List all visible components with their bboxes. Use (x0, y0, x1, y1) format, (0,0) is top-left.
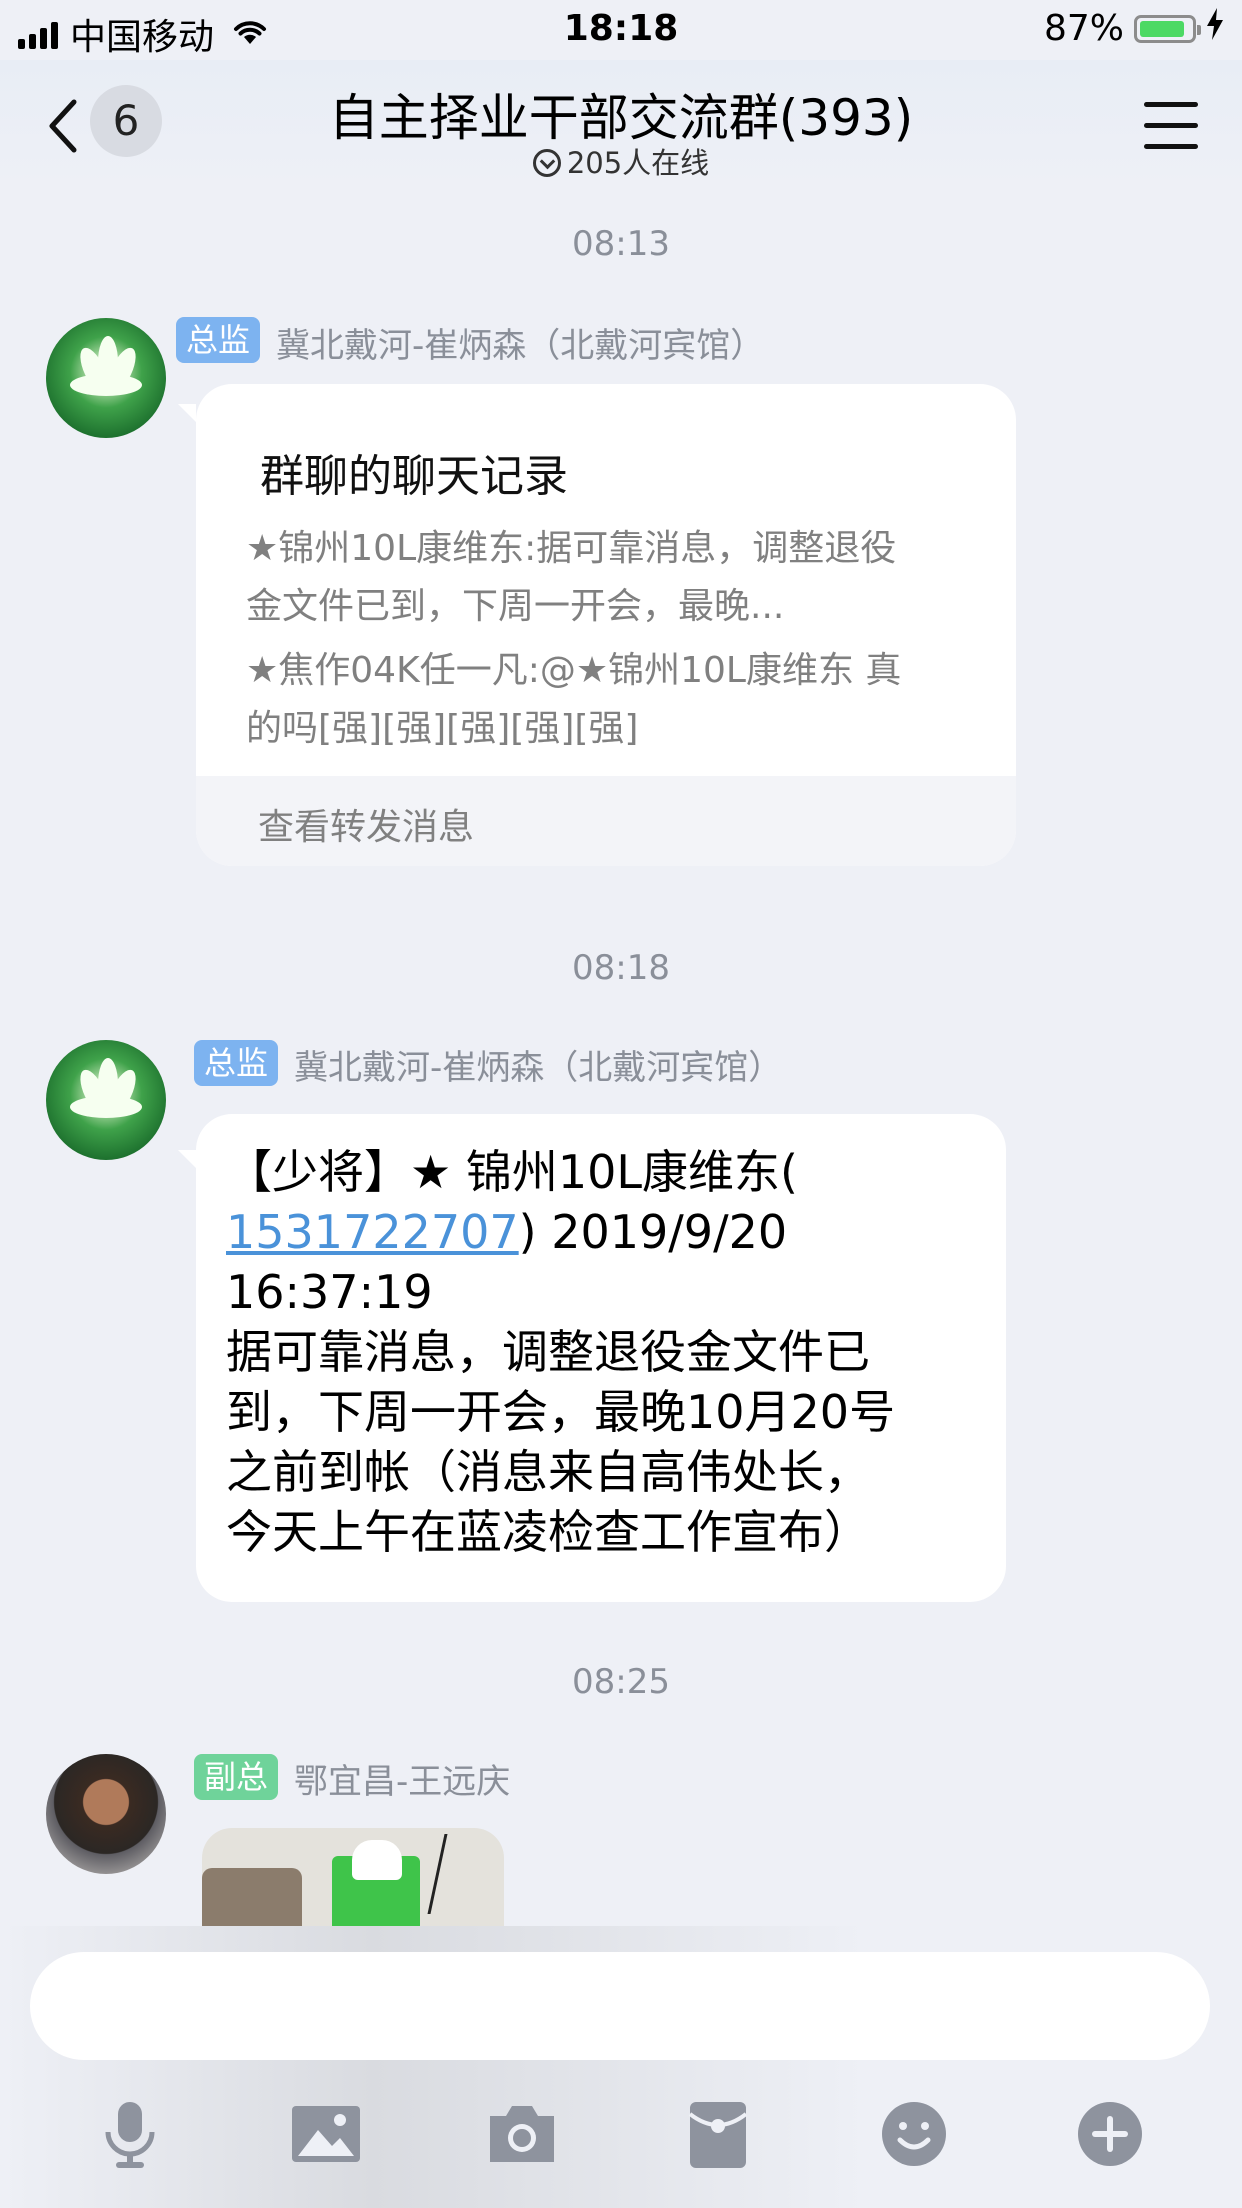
message-line: 之前到帐（消息来自高伟处长， (226, 1445, 870, 1499)
message-line: 据可靠消息，调整退役金文件已 (226, 1325, 870, 1379)
forward-preview-line: ★锦州10L康维东:据可靠消息，调整退役 (246, 528, 897, 569)
forward-preview-line: 的吗[强][强][强][强][强] (246, 708, 639, 749)
chat-header: 6 自主择业干部交流群(393) 205人在线 (0, 60, 1242, 190)
battery-percent: 87% (1043, 8, 1124, 49)
role-tag: 总监 (176, 317, 261, 363)
emoji-icon[interactable] (876, 2096, 952, 2172)
view-forwarded-button[interactable]: 查看转发消息 (196, 776, 1016, 866)
message-line-rest: ) 2019/9/20 (518, 1205, 788, 1259)
role-tag: 总监 (194, 1040, 279, 1086)
battery-icon (1134, 14, 1201, 43)
microphone-icon[interactable] (92, 2096, 168, 2172)
plus-icon[interactable] (1072, 2096, 1148, 2172)
status-bar: 中国移动 18:18 87% (0, 0, 1242, 60)
sender-name[interactable]: 冀北戴河-崔炳森（北戴河宾馆） (294, 1040, 782, 1089)
battery-group: 87% (1044, 8, 1224, 49)
input-area (0, 1926, 1242, 2208)
message-text[interactable]: 【少将】★ 锦州10L康维东( 1531722707) 2019/9/20 16… (226, 1142, 986, 1562)
online-count: 205人在线 (566, 146, 710, 180)
qq-number-link[interactable]: 1531722707 (226, 1205, 519, 1259)
view-forwarded-label: 查看转发消息 (258, 807, 475, 848)
bubble-tail (178, 1150, 196, 1168)
message-timestamp: 08:25 (572, 1662, 670, 1702)
message-timestamp: 08:18 (572, 948, 670, 988)
forward-title: 群聊的聊天记录 (260, 451, 568, 502)
message-line: 16:37:19 (226, 1265, 433, 1319)
message-line: 1531722707) 2019/9/20 (226, 1202, 986, 1262)
online-icon (532, 149, 561, 177)
sender-name[interactable]: 冀北戴河-崔炳森（北戴河宾馆） (276, 318, 764, 367)
input-toolbar (0, 2096, 1242, 2186)
bubble-tail (178, 404, 196, 422)
charging-icon (1206, 8, 1224, 49)
message-line: 今天上午在蓝凌检查工作宣布） (226, 1505, 870, 1559)
message-timestamp: 08:13 (572, 224, 670, 264)
forward-preview-line: 金文件已到，下周一开会，最晚... (246, 586, 785, 627)
image-message[interactable] (202, 1828, 504, 1928)
image-icon[interactable] (288, 2096, 364, 2172)
sender-name[interactable]: 鄂宜昌-王远庆 (294, 1754, 510, 1803)
message-line: 【少将】★ 锦州10L康维东( (226, 1145, 798, 1199)
message-input[interactable] (30, 1952, 1210, 2060)
message-line: 到，下周一开会，最晚10月20号 (226, 1385, 896, 1439)
role-tag: 副总 (194, 1754, 279, 1800)
camera-icon[interactable] (484, 2096, 560, 2172)
menu-icon[interactable] (1144, 102, 1198, 150)
avatar[interactable] (46, 1754, 166, 1874)
avatar[interactable] (46, 318, 166, 438)
forward-preview-line: ★焦作04K任一凡:@★锦州10L康维东 真 (246, 650, 902, 691)
avatar[interactable] (46, 1040, 166, 1160)
online-status[interactable]: 205人在线 (0, 140, 1242, 182)
red-packet-icon[interactable] (680, 2096, 756, 2172)
